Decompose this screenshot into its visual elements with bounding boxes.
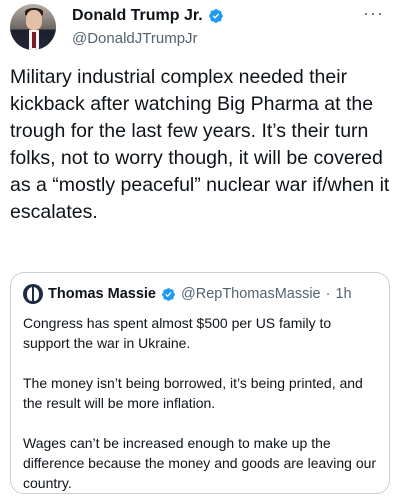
verified-badge-icon [162,287,175,301]
author-display-name[interactable]: Donald Trump Jr. [72,7,203,25]
tweet-card[interactable]: Donald Trump Jr. @DonaldJTrumpJr ··· Mil… [0,0,400,500]
quoted-tweet[interactable]: Thomas Massie @RepThomasMassie · 1h Cong… [10,272,390,494]
display-name-row: Donald Trump Jr. [72,7,224,25]
quoted-paragraph: The money isn’t being borrowed, it’s bei… [23,375,363,411]
quoted-tweet-text: Congress has spent almost $500 per US fa… [23,313,377,493]
author-avatar[interactable] [10,4,56,50]
more-options-icon[interactable]: ··· [363,4,384,22]
quoted-author-avatar[interactable] [23,284,43,304]
quoted-timestamp[interactable]: 1h [335,286,351,302]
quoted-author-handle[interactable]: @RepThomasMassie [181,286,321,302]
author-handle[interactable]: @DonaldJTrumpJr [72,30,224,47]
quoted-paragraph: Wages can’t be increased enough to make … [23,435,377,491]
avatar-face [26,10,42,30]
avatar-tie [32,32,36,48]
tweet-header: Donald Trump Jr. @DonaldJTrumpJr ··· [8,4,392,52]
quoted-author-display-name[interactable]: Thomas Massie [48,286,156,302]
tweet-text: Military industrial complex needed their… [10,66,390,223]
quoted-tweet-header: Thomas Massie @RepThomasMassie · 1h [23,283,377,305]
separator-dot: · [325,286,331,302]
verified-badge-icon [208,9,223,23]
quoted-paragraph: Congress has spent almost $500 per US fa… [23,315,332,351]
author-names: Donald Trump Jr. @DonaldJTrumpJr [72,7,224,47]
